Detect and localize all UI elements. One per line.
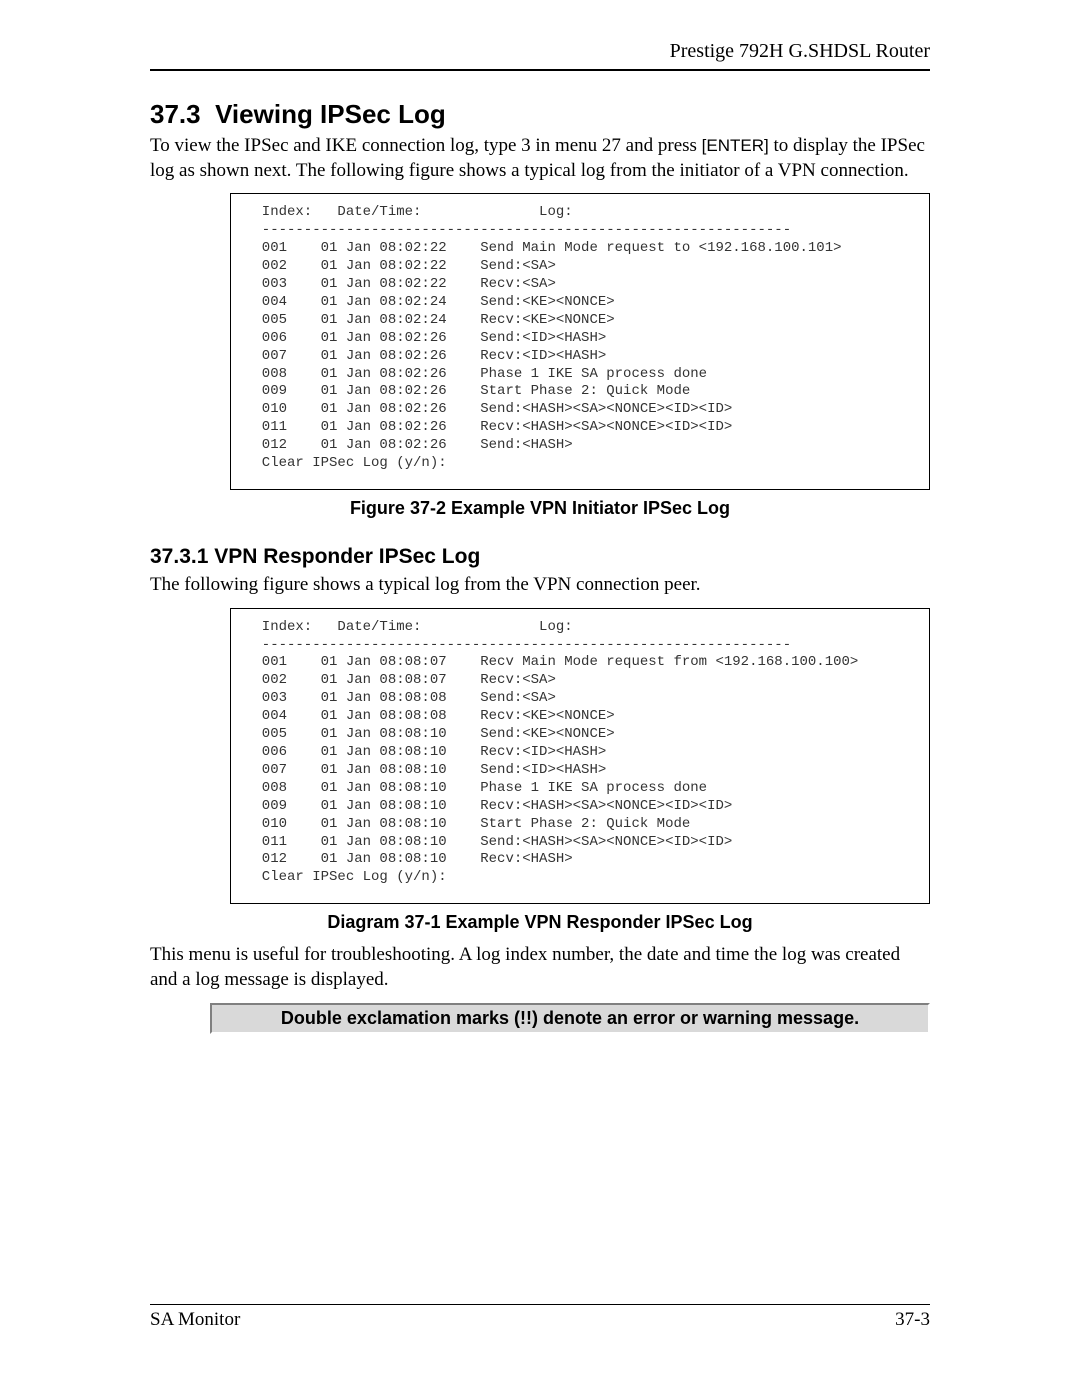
diagram-caption-1: Diagram 37-1 Example VPN Responder IPSec…	[150, 912, 930, 933]
footer-right: 37-3	[895, 1309, 930, 1331]
section-heading: 37.3 Viewing IPSec Log	[150, 99, 930, 130]
footer-left: SA Monitor	[150, 1309, 240, 1331]
subsection-title-text: VPN Responder IPSec Log	[214, 545, 480, 568]
note-bar: Double exclamation marks (!!) denote an …	[210, 1003, 930, 1034]
after-log-paragraph: This menu is useful for troubleshooting.…	[150, 943, 930, 992]
section-intro: To view the IPSec and IKE connection log…	[150, 134, 930, 183]
subsection-number: 37.3.1	[150, 545, 208, 568]
initiator-log-box: Index: Date/Time: Log: -----------------…	[230, 193, 930, 490]
page-footer: SA Monitor 37-3	[150, 1304, 930, 1331]
section-number: 37.3	[150, 99, 201, 129]
section-title-text: Viewing IPSec Log	[215, 99, 446, 129]
figure-caption-1: Figure 37-2 Example VPN Initiator IPSec …	[150, 498, 930, 519]
responder-log-box: Index: Date/Time: Log: -----------------…	[230, 608, 930, 905]
intro-part-a: To view the IPSec and IKE connection log…	[150, 135, 702, 156]
enter-key: [ENTER]	[702, 136, 769, 155]
header-product: Prestige 792H G.SHDSL Router	[150, 40, 930, 71]
subsection-heading: 37.3.1 VPN Responder IPSec Log	[150, 545, 930, 569]
subsection-intro: The following figure shows a typical log…	[150, 573, 930, 598]
